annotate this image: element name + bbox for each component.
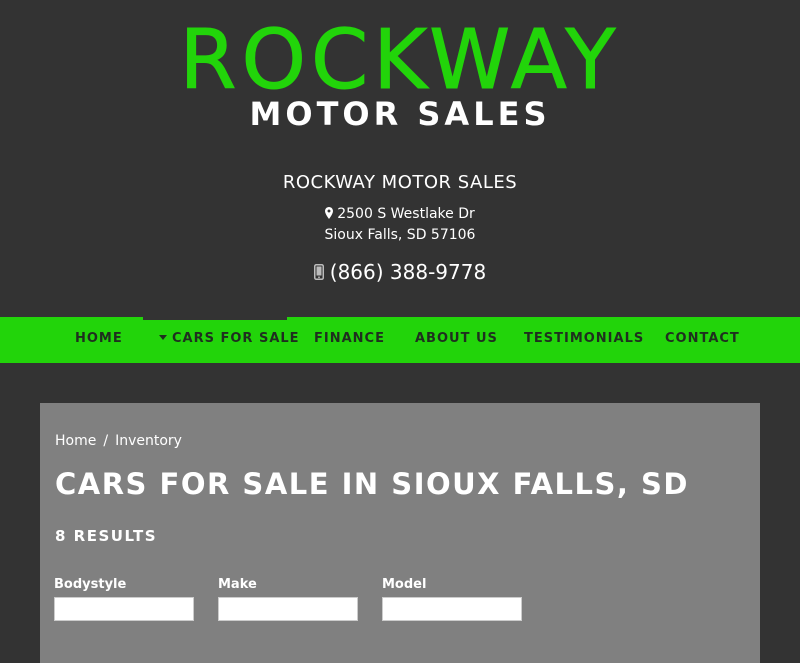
breadcrumb-home[interactable]: Home [55,433,96,449]
page-title: CARS FOR SALE IN SIOUX FALLS, SD [55,467,689,501]
filter-model-label: Model [382,577,427,592]
filter-bodystyle-select[interactable] [54,597,194,621]
site-header: ROCKWAY MOTOR SALES ROCKWAY MOTOR SALES … [0,0,800,317]
nav-contact[interactable]: CONTACT [665,317,740,363]
phone-link[interactable]: (866) 388-9778 [0,258,800,286]
filter-bodystyle-label: Bodystyle [54,577,127,592]
filter-make-label: Make [218,577,257,592]
map-pin-icon [325,207,334,219]
phone-number: (866) 388-9778 [329,260,487,284]
breadcrumb-inventory[interactable]: Inventory [115,433,182,449]
breadcrumb-separator: / [103,433,109,449]
caret-down-icon [159,335,167,340]
dealer-name: ROCKWAY MOTOR SALES [282,172,518,193]
breadcrumb: Home / Inventory [55,431,182,451]
filter-make-select[interactable] [218,597,358,621]
nav-about-us[interactable]: ABOUT US [415,317,498,363]
nav-home[interactable]: HOME [75,317,123,363]
address-city[interactable]: Sioux Falls, SD 57106 [0,225,800,245]
results-count: 8 RESULTS [55,527,158,545]
mobile-phone-icon [313,264,324,280]
logo-wordmark[interactable]: ROCKWAY [0,17,800,104]
logo-subtitle[interactable]: MOTOR SALES [0,94,800,134]
nav-finance[interactable]: FINANCE [314,317,385,363]
address-street: 2500 S Westlake Dr [337,206,475,222]
address-line-1[interactable]: 2500 S Westlake Dr [0,204,800,224]
nav-cars-for-sale-label: CARS FOR SALE [172,331,300,346]
filter-model-select[interactable] [382,597,522,621]
nav-cars-for-sale[interactable]: CARS FOR SALE [159,317,300,363]
nav-testimonials[interactable]: TESTIMONIALS [524,317,644,363]
